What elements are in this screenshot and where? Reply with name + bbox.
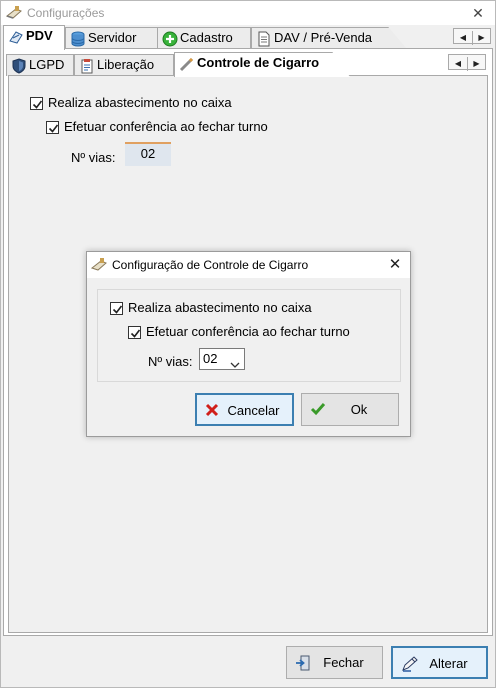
tab-lgpd[interactable]: LGPD (6, 54, 74, 76)
chevron-down-icon (230, 355, 240, 375)
efetuar-conferencia-label: Efetuar conferência ao fechar turno (64, 119, 268, 134)
tab-scroll-right-icon[interactable]: ▶ (472, 31, 490, 45)
checkbox-box[interactable] (128, 326, 141, 339)
close-icon[interactable]: ✕ (461, 1, 495, 25)
tab-dav-label: DAV / Pré-Venda (274, 30, 373, 45)
alterar-label: Alterar (429, 656, 468, 671)
tab-scroll-left-icon[interactable]: ◀ (454, 31, 472, 45)
subtab-scroll-right-icon[interactable]: ▶ (467, 57, 485, 71)
dialog-close-icon[interactable]: ✕ (386, 255, 404, 275)
sub-tab-strip: LGPD Liberação Controle de Cigarro ◀ ▶ (4, 52, 492, 77)
vias-label: Nº vias: (71, 150, 116, 165)
dialog-efetuar-conferencia-label: Efetuar conferência ao fechar turno (146, 324, 350, 339)
subtab-scroll-left-icon[interactable]: ◀ (449, 57, 467, 71)
subtab-scroll-buttons: ◀ ▶ (448, 54, 486, 71)
tab-dav[interactable]: DAV / Pré-Venda (251, 27, 407, 49)
realiza-abastecimento-label: Realiza abastecimento no caixa (48, 95, 232, 110)
tab-pdv[interactable]: PDV (3, 25, 65, 50)
checkbox-box[interactable] (30, 97, 43, 110)
dialog-title: Configuração de Controle de Cigarro (112, 258, 309, 272)
tab-liberacao-label: Liberação (97, 57, 155, 72)
cancelar-label: Cancelar (227, 403, 280, 418)
tab-lgpd-label: LGPD (29, 57, 65, 72)
tab-controle-cigarro-label: Controle de Cigarro (197, 55, 320, 70)
main-tab-strip: PDV Servidor Cadastro DAV / Pré-Venda ◀ ▶ (1, 25, 495, 50)
footer: Fechar Alterar (1, 637, 495, 687)
checkbox-box[interactable] (110, 302, 123, 315)
fechar-button[interactable]: Fechar (286, 646, 383, 679)
ok-button[interactable]: Ok (301, 393, 399, 426)
cancelar-button[interactable]: Cancelar (195, 393, 294, 426)
title-bar: Configurações ✕ (1, 1, 495, 25)
dialog-realiza-abastecimento-label: Realiza abastecimento no caixa (128, 300, 312, 315)
dialog-options-group: Realiza abastecimento no caixa Efetuar c… (97, 289, 401, 382)
cigarette-icon (179, 56, 195, 77)
dialog-vias-value: 02 (203, 351, 218, 366)
ok-label: Ok (350, 402, 368, 417)
checkbox-box[interactable] (46, 121, 59, 134)
dialog-title-bar: Configuração de Controle de Cigarro ✕ (87, 252, 410, 278)
app-icon (5, 5, 22, 22)
tab-controle-cigarro[interactable]: Controle de Cigarro (174, 52, 350, 77)
fechar-label: Fechar (323, 655, 364, 670)
tab-liberacao[interactable]: Liberação (74, 54, 174, 76)
controle-cigarro-dialog: Configuração de Controle de Cigarro ✕ Re… (86, 251, 411, 437)
tab-pdv-label: PDV (26, 28, 53, 43)
tab-scroll-buttons: ◀ ▶ (453, 28, 491, 45)
pdv-icon (8, 29, 24, 51)
window-title: Configurações (27, 6, 105, 20)
dialog-vias-label: Nº vias: (148, 354, 193, 369)
tab-servidor-label: Servidor (88, 30, 137, 45)
vias-field[interactable]: 02 (125, 142, 171, 166)
dialog-vias-select[interactable]: 02 (199, 348, 245, 370)
tab-cadastro-label: Cadastro (180, 30, 233, 45)
tab-cadastro[interactable]: Cadastro (157, 27, 251, 49)
app-icon (90, 257, 107, 274)
tab-servidor[interactable]: Servidor (65, 27, 159, 49)
alterar-button[interactable]: Alterar (391, 646, 488, 679)
